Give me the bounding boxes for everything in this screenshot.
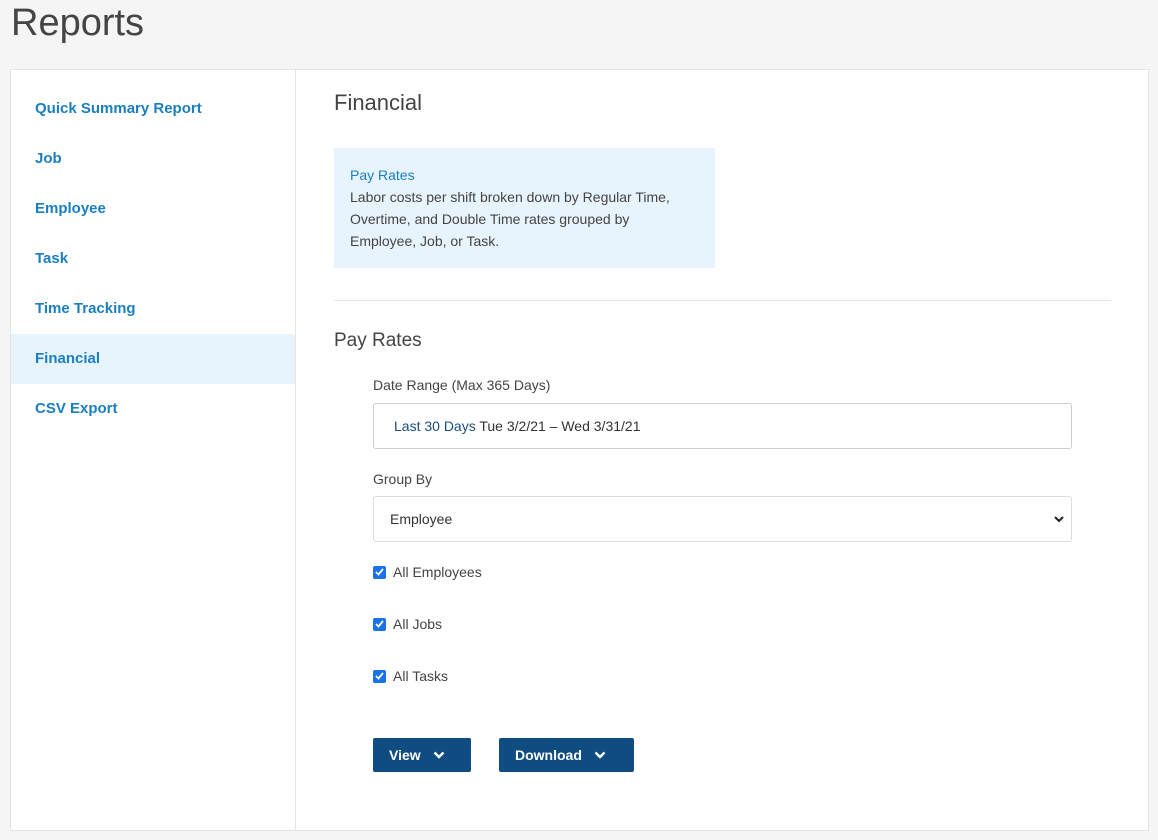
all-employees-label[interactable]: All Employees — [393, 564, 482, 580]
checkbox-row-all-employees: All Employees — [373, 562, 482, 582]
view-button-label: View — [389, 747, 421, 763]
reports-sidebar: Quick Summary Report Job Employee Task T… — [11, 70, 296, 830]
date-range-picker[interactable]: Last 30 Days Tue 3/2/21 – Wed 3/31/21 — [373, 403, 1072, 449]
sidebar-item-quick-summary-report[interactable]: Quick Summary Report — [11, 84, 295, 134]
all-tasks-checkbox[interactable] — [373, 670, 386, 683]
checkbox-row-all-jobs: All Jobs — [373, 614, 442, 634]
divider — [334, 300, 1111, 301]
all-tasks-label[interactable]: All Tasks — [393, 668, 448, 684]
page-title: Reports — [11, 0, 144, 46]
all-jobs-checkbox[interactable] — [373, 618, 386, 631]
group-by-selected-value: Employee — [390, 511, 452, 527]
date-range-preset: Last 30 Days — [394, 418, 476, 434]
view-button[interactable]: View — [373, 738, 471, 772]
checkbox-row-all-tasks: All Tasks — [373, 666, 448, 686]
download-button[interactable]: Download — [499, 738, 634, 772]
sidebar-item-task[interactable]: Task — [11, 234, 295, 284]
sidebar-item-time-tracking[interactable]: Time Tracking — [11, 284, 295, 334]
sidebar-item-financial[interactable]: Financial — [11, 334, 295, 384]
section-title: Financial — [334, 90, 422, 116]
check-icon — [375, 672, 384, 680]
chevron-down-icon — [433, 751, 445, 759]
chevron-down-icon — [594, 751, 606, 759]
report-card-title[interactable]: Pay Rates — [350, 166, 699, 184]
date-range-label: Date Range (Max 365 Days) — [373, 377, 550, 393]
main-content: Financial Pay Rates Labor costs per shif… — [296, 70, 1148, 830]
chevron-down-icon — [1053, 497, 1065, 541]
all-employees-checkbox[interactable] — [373, 566, 386, 579]
form-title: Pay Rates — [334, 330, 422, 352]
report-card-pay-rates[interactable]: Pay Rates Labor costs per shift broken d… — [334, 148, 715, 268]
sidebar-item-job[interactable]: Job — [11, 134, 295, 184]
reports-panel: Quick Summary Report Job Employee Task T… — [10, 69, 1149, 831]
check-icon — [375, 568, 384, 576]
date-range-value: Tue 3/2/21 – Wed 3/31/21 — [479, 418, 640, 434]
group-by-label: Group By — [373, 471, 432, 487]
sidebar-item-employee[interactable]: Employee — [11, 184, 295, 234]
sidebar-item-csv-export[interactable]: CSV Export — [11, 384, 295, 434]
download-button-label: Download — [515, 747, 582, 763]
all-jobs-label[interactable]: All Jobs — [393, 616, 442, 632]
check-icon — [375, 620, 384, 628]
report-card-description: Labor costs per shift broken down by Reg… — [350, 186, 699, 252]
group-by-select[interactable]: Employee — [373, 496, 1072, 542]
